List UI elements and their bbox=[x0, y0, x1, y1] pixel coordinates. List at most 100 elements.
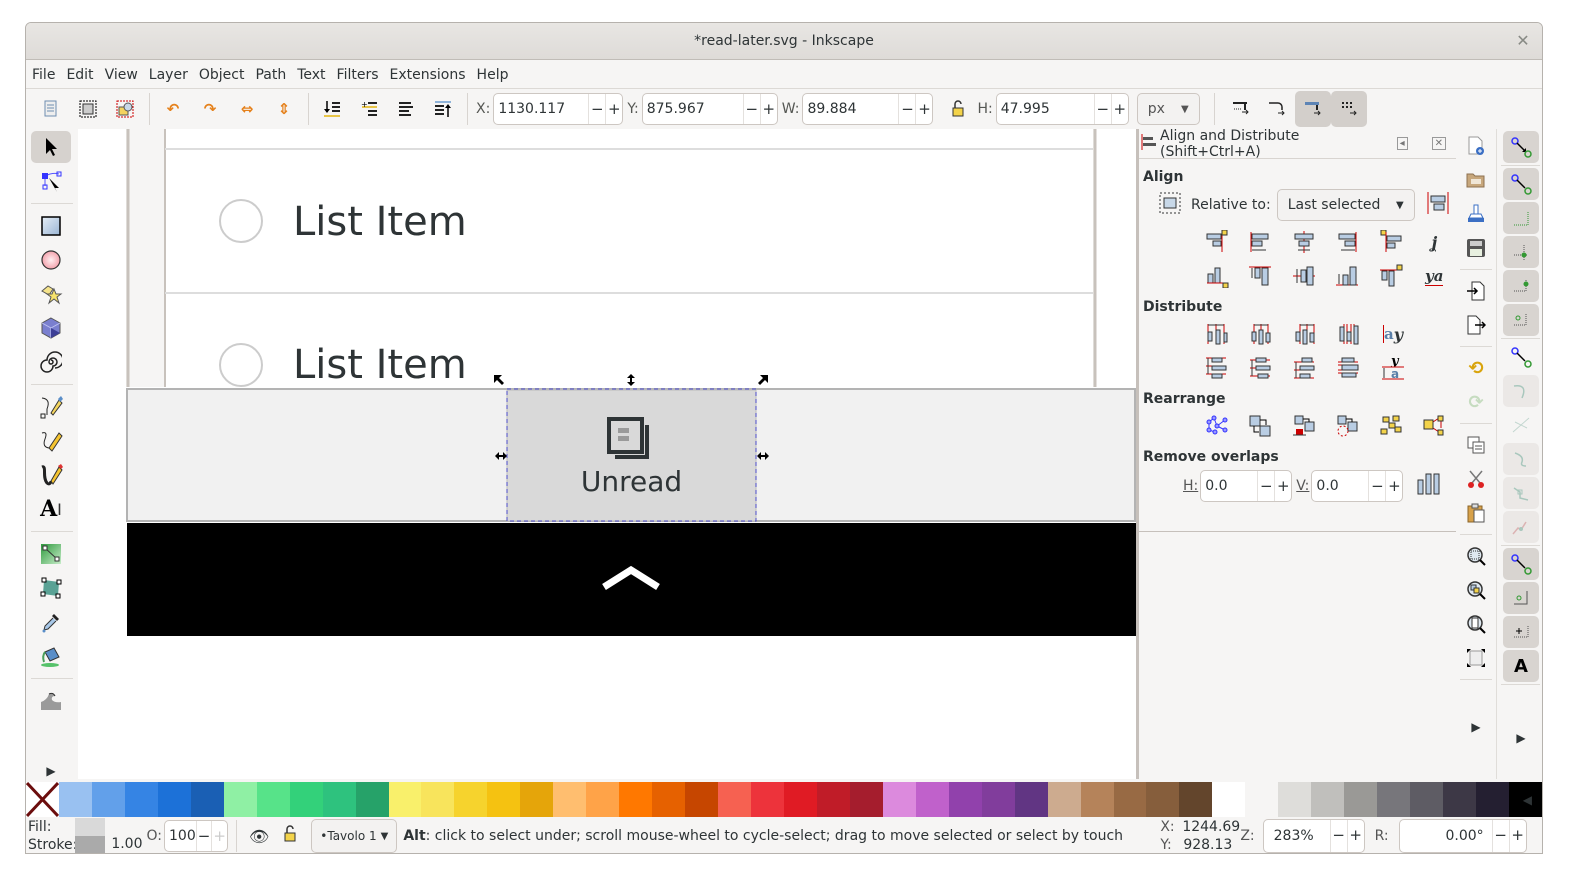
zoom-page-icon[interactable] bbox=[1456, 607, 1496, 641]
distribute-centers-horizontal-icon[interactable] bbox=[1239, 319, 1283, 349]
color-swatch[interactable] bbox=[388, 782, 422, 817]
cut-icon[interactable] bbox=[1456, 462, 1496, 496]
h-increment-button[interactable]: + bbox=[1110, 94, 1128, 124]
layer-lock-icon[interactable] bbox=[283, 825, 297, 847]
color-swatch[interactable] bbox=[1377, 782, 1411, 817]
color-swatch[interactable] bbox=[355, 782, 389, 817]
paste-icon[interactable] bbox=[1456, 496, 1496, 530]
distribute-gaps-vertical-icon[interactable] bbox=[1327, 353, 1371, 383]
spiral-tool[interactable] bbox=[31, 346, 71, 378]
import-icon[interactable] bbox=[1456, 274, 1496, 308]
color-swatch[interactable] bbox=[1245, 782, 1279, 817]
zoom-in-button[interactable]: + bbox=[1346, 820, 1364, 852]
overlap-v-increment-button[interactable]: + bbox=[1385, 471, 1402, 501]
commands-expand-icon[interactable]: ▶ bbox=[1456, 710, 1496, 744]
unclump-icon[interactable] bbox=[1413, 411, 1457, 441]
color-swatch[interactable] bbox=[1080, 782, 1114, 817]
align-left-to-right-edge-icon[interactable] bbox=[1369, 227, 1413, 257]
color-swatch[interactable] bbox=[223, 782, 257, 817]
list-item-label[interactable]: List Item bbox=[293, 199, 467, 245]
align-right-to-left-edge-icon[interactable] bbox=[1195, 227, 1239, 257]
rotate-input[interactable]: 0.00° − + bbox=[1398, 819, 1527, 853]
color-swatch[interactable] bbox=[1410, 782, 1444, 817]
h-decrement-button[interactable]: − bbox=[1093, 94, 1111, 124]
resize-page-to-selection-icon[interactable] bbox=[1456, 641, 1496, 675]
snap-nodes-toggle[interactable] bbox=[1503, 341, 1539, 373]
zoom-input[interactable]: 283% − + bbox=[1262, 819, 1365, 853]
zoom-value[interactable]: 283% bbox=[1264, 828, 1330, 844]
color-swatch[interactable] bbox=[1344, 782, 1378, 817]
layer-dropdown[interactable]: •Tavolo 1 ▼ bbox=[311, 819, 398, 853]
color-swatch[interactable] bbox=[619, 782, 653, 817]
w-input[interactable]: 89.884 − + bbox=[802, 93, 934, 125]
save-document-icon[interactable] bbox=[1456, 231, 1496, 265]
redo-icon[interactable]: ⟳ bbox=[1456, 385, 1496, 419]
snap-enable-toggle[interactable] bbox=[1503, 131, 1539, 163]
select-all-layers-icon[interactable] bbox=[73, 94, 103, 124]
rotate-value[interactable]: 0.00° bbox=[1400, 828, 1492, 844]
color-swatch[interactable] bbox=[948, 782, 982, 817]
list-item-label[interactable]: List Item bbox=[293, 342, 467, 388]
color-swatch[interactable] bbox=[454, 782, 488, 817]
h-value[interactable]: 47.995 bbox=[997, 101, 1094, 117]
distribute-baseline-anchors-vertical-icon[interactable]: ya bbox=[1371, 353, 1415, 383]
opacity-decrement-button[interactable]: − bbox=[195, 821, 212, 851]
star-tool[interactable] bbox=[31, 278, 71, 310]
color-swatch[interactable] bbox=[1014, 782, 1048, 817]
color-swatch[interactable] bbox=[1113, 782, 1147, 817]
color-swatch[interactable] bbox=[783, 782, 817, 817]
scale-stroke-toggle[interactable] bbox=[1223, 91, 1259, 127]
center-horizontal-axis-icon[interactable] bbox=[1282, 261, 1326, 291]
fill-swatch[interactable] bbox=[75, 818, 106, 836]
treat-selection-as-group-icon[interactable] bbox=[1159, 192, 1181, 218]
w-increment-button[interactable]: + bbox=[915, 94, 932, 124]
color-swatch[interactable] bbox=[1278, 782, 1312, 817]
select-same-icon[interactable] bbox=[110, 94, 140, 124]
overlap-v-decrement-button[interactable]: − bbox=[1368, 471, 1385, 501]
palette-scroll-icon[interactable]: ◀ bbox=[1523, 793, 1532, 807]
flip-horizontal-icon[interactable]: ⇔ bbox=[232, 94, 262, 124]
color-swatch[interactable] bbox=[190, 782, 224, 817]
distribute-right-edges-icon[interactable] bbox=[1283, 319, 1327, 349]
duplicate-icon[interactable] bbox=[1456, 428, 1496, 462]
lower-icon[interactable]: + bbox=[354, 94, 384, 124]
x-input[interactable]: 1130.117 − + bbox=[493, 93, 624, 125]
zoom-out-button[interactable]: − bbox=[1329, 820, 1347, 852]
color-swatch[interactable] bbox=[685, 782, 719, 817]
snap-bounding-box-toggle[interactable] bbox=[1503, 168, 1539, 200]
rectangle-tool[interactable] bbox=[31, 210, 71, 242]
color-swatch[interactable] bbox=[1443, 782, 1476, 817]
color-swatch[interactable] bbox=[256, 782, 290, 817]
move-as-group-icon[interactable] bbox=[1427, 192, 1449, 218]
align-bottom-edges-icon[interactable] bbox=[1326, 261, 1370, 291]
color-swatch[interactable] bbox=[849, 782, 883, 817]
align-baseline-anchors-horizontal-icon[interactable]: ʝ bbox=[1413, 227, 1457, 257]
color-swatch[interactable] bbox=[322, 782, 356, 817]
align-left-edges-icon[interactable] bbox=[1239, 227, 1283, 257]
transform-patterns-toggle[interactable] bbox=[1330, 91, 1367, 127]
calligraphy-tool[interactable] bbox=[31, 459, 71, 491]
menu-path[interactable]: Path bbox=[255, 67, 286, 83]
exchange-z-order-icon[interactable] bbox=[1282, 411, 1326, 441]
dropper-tool[interactable] bbox=[31, 606, 71, 638]
x-increment-button[interactable]: + bbox=[605, 94, 622, 124]
y-input[interactable]: 875.967 − + bbox=[641, 93, 778, 125]
h-input[interactable]: 47.995 − + bbox=[995, 93, 1129, 125]
snap-bbox-centers-toggle[interactable] bbox=[1503, 304, 1539, 336]
rearrange-graph-icon[interactable] bbox=[1195, 411, 1239, 441]
color-swatch[interactable] bbox=[1047, 782, 1081, 817]
raise-icon[interactable] bbox=[391, 94, 421, 124]
distribute-top-edges-icon[interactable] bbox=[1195, 353, 1239, 383]
color-swatch[interactable] bbox=[1212, 782, 1246, 817]
color-swatch[interactable] bbox=[751, 782, 784, 817]
align-top-edges-icon[interactable] bbox=[1239, 261, 1283, 291]
color-swatch[interactable] bbox=[289, 782, 323, 817]
ellipse-tool[interactable] bbox=[31, 244, 71, 276]
color-swatch[interactable] bbox=[1311, 782, 1345, 817]
lock-icon[interactable] bbox=[943, 94, 973, 124]
align-top-to-bottom-icon[interactable] bbox=[1369, 261, 1413, 291]
pencil-tool[interactable] bbox=[31, 425, 71, 457]
new-document-icon[interactable] bbox=[1456, 129, 1496, 163]
distribute-baseline-anchors-horizontal-icon[interactable]: ay bbox=[1371, 319, 1415, 349]
snap-object-centers-toggle[interactable] bbox=[1503, 582, 1539, 614]
